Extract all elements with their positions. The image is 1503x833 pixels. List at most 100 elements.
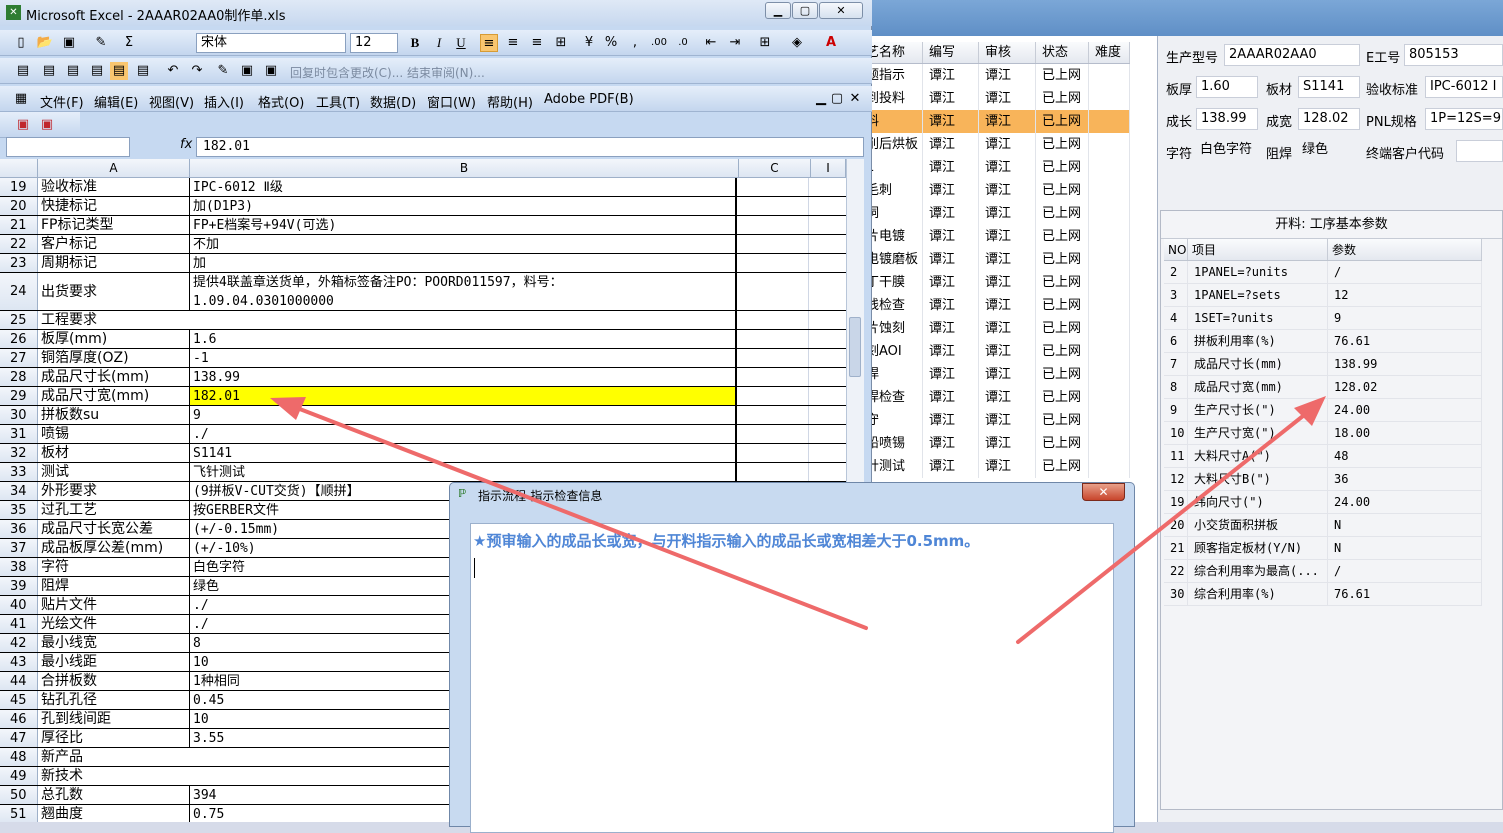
parameter-row[interactable]: 21 顾客指定板材(Y/N) N — [1164, 537, 1482, 560]
cell-d[interactable] — [809, 197, 846, 215]
col-status[interactable]: 状态 — [1036, 42, 1089, 63]
cell-c[interactable] — [737, 463, 809, 481]
row-number[interactable]: 22 — [0, 235, 38, 253]
cell-a[interactable]: 板材 — [38, 444, 190, 462]
row-number[interactable]: 29 — [0, 387, 38, 405]
row-number[interactable]: 38 — [0, 558, 38, 576]
cell-b[interactable]: 不加 — [190, 235, 737, 253]
menu-data[interactable]: 数据(D) — [370, 92, 416, 111]
scroll-thumb[interactable] — [849, 317, 861, 377]
row-number[interactable]: 24 — [0, 273, 38, 310]
menu-tools[interactable]: 工具(T) — [316, 92, 360, 111]
parameter-row[interactable]: 10 生产尺寸宽(") 18.00 — [1164, 422, 1482, 445]
eno-field[interactable]: 805153 — [1404, 44, 1503, 66]
borders-icon[interactable]: ⊞ — [756, 34, 774, 52]
process-row[interactable]: 焊检查 谭江 谭江 已上网 — [860, 386, 1130, 409]
cell-d[interactable] — [809, 406, 846, 424]
cell-d[interactable] — [809, 349, 846, 367]
formula-bar[interactable]: 182.01 — [196, 137, 864, 157]
doc-restore-icon[interactable]: ▢ — [828, 90, 846, 108]
cell-a[interactable]: 周期标记 — [38, 254, 190, 272]
cell-a[interactable]: 孔到线间距 — [38, 710, 190, 728]
comma-icon[interactable]: , — [626, 34, 644, 52]
parameter-row[interactable]: 4 1SET=?units 9 — [1164, 307, 1482, 330]
cell-a[interactable]: 最小线距 — [38, 653, 190, 671]
cell-c[interactable] — [737, 349, 809, 367]
cell-d[interactable] — [809, 368, 846, 386]
cell-c[interactable] — [737, 425, 809, 443]
pdf-convert-icon[interactable]: ▣ — [14, 116, 32, 134]
column-header-b[interactable]: B — [190, 159, 739, 177]
track-icon[interactable]: ✎ — [214, 62, 232, 80]
review-icon-5[interactable]: ▤ — [110, 62, 128, 80]
cell-a[interactable]: FP标记类型 — [38, 216, 190, 234]
cell-b[interactable]: -1 — [190, 349, 737, 367]
parameter-row[interactable]: 11 大料尺寸A(") 48 — [1164, 445, 1482, 468]
font-size-select[interactable]: 12 — [350, 33, 398, 53]
autosum-icon[interactable]: Σ — [120, 34, 138, 52]
row-number[interactable]: 40 — [0, 596, 38, 614]
process-row[interactable]: 守谭江 谭江 已上网 — [860, 409, 1130, 432]
row-number[interactable]: 19 — [0, 178, 38, 196]
protect-icon[interactable]: ▣ — [238, 62, 256, 80]
process-row[interactable]: 毛刺 谭江 谭江 已上网 — [860, 179, 1130, 202]
format-painter-icon[interactable]: ✎ — [92, 34, 110, 52]
fx-icon[interactable]: fx — [180, 137, 192, 152]
review-icon-6[interactable]: ▤ — [134, 62, 152, 80]
align-right-icon[interactable]: ≡ — [528, 34, 546, 52]
cell-c[interactable] — [737, 444, 809, 462]
col-no[interactable]: NO — [1164, 239, 1188, 260]
process-row[interactable]: 片蚀刻 谭江 谭江 已上网 — [860, 317, 1130, 340]
cell-a[interactable]: 客户标记 — [38, 235, 190, 253]
menu-file[interactable]: 文件(F) — [40, 92, 84, 111]
menu-help[interactable]: 帮助(H) — [487, 92, 533, 111]
parameter-row[interactable]: 22 综合利用率为最高(... / — [1164, 560, 1482, 583]
cell-c[interactable] — [737, 235, 809, 253]
col-author[interactable]: 编写 — [923, 42, 979, 63]
bold-icon[interactable]: B — [406, 34, 424, 52]
cell-a[interactable]: 喷锡 — [38, 425, 190, 443]
cell-a[interactable]: 过孔工艺 — [38, 501, 190, 519]
review-icon-3[interactable]: ▤ — [64, 62, 82, 80]
row-number[interactable]: 46 — [0, 710, 38, 728]
cell-d[interactable] — [809, 425, 846, 443]
minimize-button[interactable]: ▁ — [765, 2, 791, 19]
cell-a[interactable]: 新产品 — [38, 748, 190, 766]
cell-a[interactable]: 成品尺寸长(mm) — [38, 368, 190, 386]
cell-a[interactable]: 工程要求 — [38, 311, 190, 329]
column-header-c[interactable]: C — [739, 159, 811, 177]
process-row[interactable]: 线检查 谭江 谭江 已上网 — [860, 294, 1130, 317]
row-number[interactable]: 20 — [0, 197, 38, 215]
parameter-row[interactable]: 2 1PANEL=?units / — [1164, 261, 1482, 284]
row-number[interactable]: 34 — [0, 482, 38, 500]
row-number[interactable]: 41 — [0, 615, 38, 633]
cell-b[interactable]: 182.01 — [190, 387, 737, 405]
dialog-message-area[interactable]: ★预审输入的成品长或宽，与开料指示输入的成品长或宽相差大于0.5mm。 — [470, 523, 1114, 833]
row-number[interactable]: 50 — [0, 786, 38, 804]
cell-d[interactable] — [809, 235, 846, 253]
cell-c[interactable] — [737, 197, 809, 215]
customer-code-field[interactable] — [1456, 140, 1503, 162]
fill-color-icon[interactable]: ◈ — [788, 34, 806, 52]
row-number[interactable]: 35 — [0, 501, 38, 519]
row-number[interactable]: 49 — [0, 767, 38, 785]
cell-b[interactable]: 加 — [190, 254, 737, 272]
italic-icon[interactable]: I — [430, 34, 448, 52]
cell-a[interactable]: 测试 — [38, 463, 190, 481]
column-header-a[interactable]: A — [38, 159, 190, 177]
cell-c[interactable] — [737, 368, 809, 386]
mask-field[interactable]: 绿色 — [1298, 140, 1360, 162]
row-number[interactable]: 37 — [0, 539, 38, 557]
review-reply-text[interactable]: 回复时包含更改(C)... 结束审阅(N)... — [290, 64, 485, 81]
material-field[interactable]: S1141 — [1298, 76, 1360, 98]
cell-c[interactable] — [737, 311, 809, 329]
cell-a[interactable]: 外形要求 — [38, 482, 190, 500]
menu-format[interactable]: 格式(O) — [258, 92, 304, 111]
parameter-row[interactable]: 8 成品尺寸宽(mm) 128.02 — [1164, 376, 1482, 399]
cell-a[interactable]: 出货要求 — [38, 273, 190, 310]
parameter-row[interactable]: 6 拼板利用率(%) 76.61 — [1164, 330, 1482, 353]
cell-b[interactable]: 138.99 — [190, 368, 737, 386]
cell-b[interactable]: 1.6 — [190, 330, 737, 348]
process-row[interactable]: 片电镀 谭江 谭江 已上网 — [860, 225, 1130, 248]
redo-icon[interactable]: ↷ — [188, 62, 206, 80]
